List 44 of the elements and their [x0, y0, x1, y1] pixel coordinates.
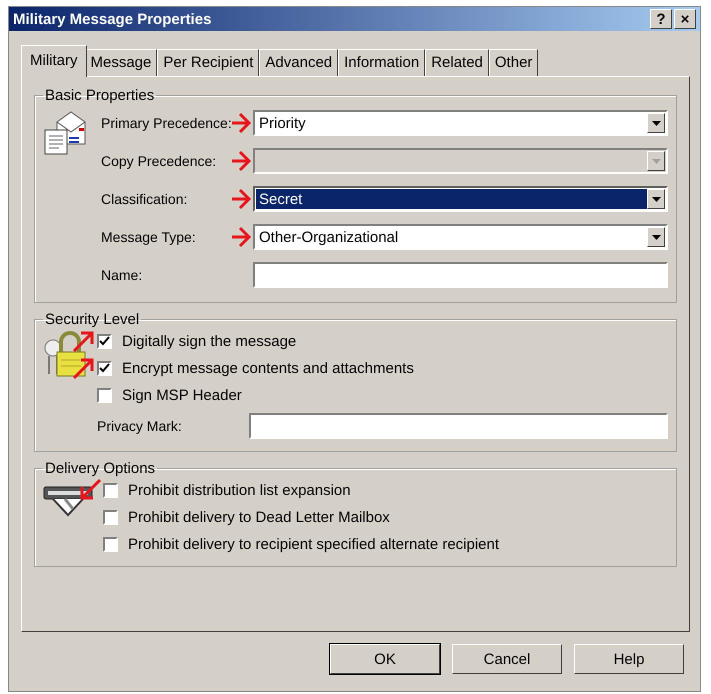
- field-label: Copy Precedence:: [101, 153, 218, 169]
- group-title: Delivery Options: [44, 460, 156, 477]
- tab[interactable]: Information: [338, 49, 426, 76]
- close-button[interactable]: ×: [674, 9, 696, 29]
- field-label: Name:: [101, 267, 144, 283]
- tab[interactable]: Other: [488, 49, 538, 76]
- padlock-icon: [43, 330, 87, 378]
- field-label: Privacy Mark:: [97, 418, 183, 434]
- input-field[interactable]: [249, 413, 668, 439]
- checkbox-label: Encrypt message contents and attachments: [122, 360, 414, 377]
- checkbox-label: Prohibit distribution list expansion: [128, 482, 351, 499]
- checkbox-label: Prohibit delivery to recipient specified alternate recipient: [128, 536, 500, 553]
- checkbox-label: Prohibit delivery to Dead Letter Mailbox: [128, 509, 390, 526]
- group-title: Basic Properties: [44, 87, 156, 104]
- dropdown[interactable]: Secret: [253, 186, 668, 212]
- checkbox[interactable]: [103, 510, 118, 525]
- tab[interactable]: Related: [425, 49, 489, 76]
- dropdown[interactable]: Priority: [253, 110, 668, 136]
- checkbox-label: Sign MSP Header: [122, 387, 242, 404]
- checkbox-label: Digitally sign the message: [122, 333, 296, 350]
- field-label: Classification:: [101, 191, 188, 207]
- caret-icon: [652, 234, 660, 240]
- tab[interactable]: Message: [84, 49, 158, 76]
- tab[interactable]: Per Recipient: [157, 49, 260, 76]
- dropdown[interactable]: Other-Organizational: [253, 224, 668, 250]
- input-field[interactable]: [253, 262, 668, 288]
- tab[interactable]: Advanced: [259, 49, 338, 76]
- window-title: Military Message Properties: [13, 10, 212, 28]
- checkbox[interactable]: [97, 361, 112, 376]
- checkbox[interactable]: [103, 483, 118, 498]
- group-title: Security Level: [44, 311, 140, 328]
- help-button[interactable]: ?: [650, 9, 672, 29]
- caret-icon: [652, 120, 660, 126]
- checkbox[interactable]: [103, 537, 118, 552]
- caret-icon: [652, 196, 660, 202]
- caret-icon: [652, 158, 660, 164]
- checkbox[interactable]: [97, 334, 112, 349]
- checkbox[interactable]: [97, 388, 112, 403]
- dialog-button[interactable]: Help: [574, 644, 684, 674]
- dialog-button[interactable]: Cancel: [452, 644, 562, 674]
- dialog-button[interactable]: OK: [330, 644, 440, 674]
- field-label: Primary Precedence:: [101, 115, 233, 131]
- field-label: Message Type:: [101, 229, 197, 245]
- tab[interactable]: Military: [21, 45, 86, 77]
